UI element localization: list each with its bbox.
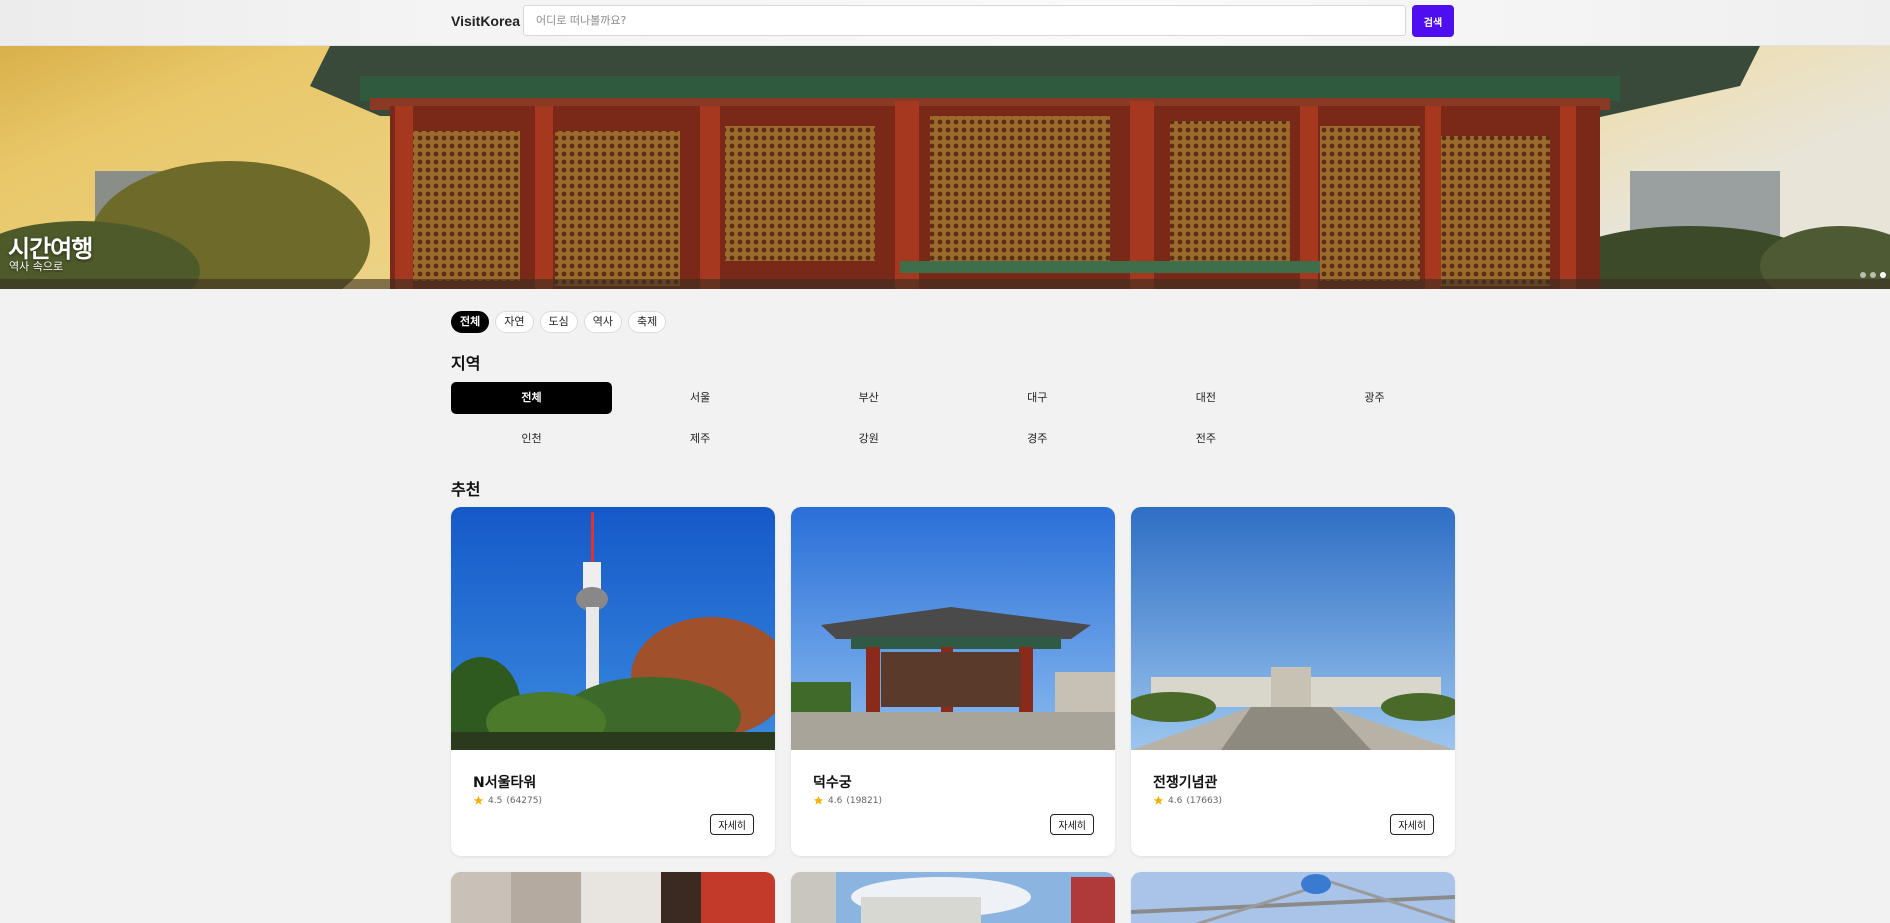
star-icon: [813, 795, 824, 805]
rating-value: 4.6: [828, 795, 843, 806]
place-photo: [1131, 507, 1455, 750]
category-chip-nature[interactable]: 자연: [495, 311, 534, 333]
place-card[interactable]: 덕수궁 4.6 (19821) 자세히: [791, 507, 1115, 856]
category-chip-history[interactable]: 역사: [583, 311, 622, 333]
place-name: 덕수궁: [813, 775, 852, 791]
place-name: 전쟁기념관: [1153, 775, 1218, 791]
category-chip-festival[interactable]: 축제: [628, 311, 667, 333]
search-button[interactable]: 검색: [1412, 5, 1454, 37]
place-card[interactable]: [791, 872, 1115, 923]
details-button[interactable]: 자세히: [1050, 814, 1094, 835]
place-photo: [451, 872, 775, 923]
hero-subtitle: 역사 속으로: [9, 260, 64, 273]
brand-logo[interactable]: VisitKorea: [451, 13, 520, 29]
place-rating: 4.5 (64275): [473, 795, 542, 806]
place-card[interactable]: [1131, 872, 1455, 923]
region-item-all[interactable]: 전체: [451, 382, 612, 414]
region-item-seoul[interactable]: 서울: [620, 382, 781, 414]
place-rating: 4.6 (19821): [813, 795, 882, 806]
region-item-gangwon[interactable]: 강원: [788, 423, 949, 455]
carousel-dot-active[interactable]: [1880, 272, 1886, 278]
place-rating: 4.6 (17663): [1153, 795, 1222, 806]
rating-value: 4.5: [488, 795, 503, 806]
region-item-daejeon[interactable]: 대전: [1125, 382, 1286, 414]
region-filter: 전체 서울 부산 대구 대전 광주 인천 제주 강원 경주 전주: [451, 382, 1455, 455]
hero-image: [0, 46, 1890, 289]
place-card[interactable]: N서울타워 4.5 (64275) 자세히: [451, 507, 775, 856]
region-item-daegu[interactable]: 대구: [957, 382, 1118, 414]
category-filter: 전체 자연 도심 역사 축제: [451, 311, 667, 333]
place-photo: [1131, 872, 1455, 923]
region-item-jeonju[interactable]: 전주: [1125, 423, 1286, 455]
top-header: VisitKorea 검색: [0, 0, 1890, 46]
carousel-dots: [1860, 272, 1886, 278]
place-photo: [791, 507, 1115, 750]
search-input[interactable]: [523, 5, 1406, 36]
star-icon: [473, 795, 484, 805]
star-icon: [1153, 795, 1164, 805]
review-count: (17663): [1186, 795, 1222, 806]
region-item-jeju[interactable]: 제주: [620, 423, 781, 455]
place-photo: [451, 507, 775, 750]
region-item-incheon[interactable]: 인천: [451, 423, 612, 455]
region-item-gyeongju[interactable]: 경주: [957, 423, 1118, 455]
place-name: N서울타워: [473, 775, 537, 791]
recommend-section-title: 추천: [451, 480, 481, 499]
rating-value: 4.6: [1168, 795, 1183, 806]
carousel-dot[interactable]: [1870, 272, 1876, 278]
review-count: (19821): [846, 795, 882, 806]
carousel-dot[interactable]: [1860, 272, 1866, 278]
category-chip-city[interactable]: 도심: [539, 311, 578, 333]
details-button[interactable]: 자세히: [710, 814, 754, 835]
hero-banner[interactable]: 시간여행 역사 속으로: [0, 46, 1890, 289]
place-card[interactable]: 전쟁기념관 4.6 (17663) 자세히: [1131, 507, 1455, 856]
category-chip-all[interactable]: 전체: [451, 311, 490, 333]
place-photo: [791, 872, 1115, 923]
region-section-title: 지역: [451, 354, 481, 373]
recommend-card-grid: N서울타워 4.5 (64275) 자세히 덕수궁 4.6 (19821) 자세…: [451, 507, 1455, 923]
region-item-busan[interactable]: 부산: [788, 382, 949, 414]
place-card[interactable]: [451, 872, 775, 923]
region-item-gwangju[interactable]: 광주: [1294, 382, 1455, 414]
details-button[interactable]: 자세히: [1390, 814, 1434, 835]
review-count: (64275): [506, 795, 542, 806]
